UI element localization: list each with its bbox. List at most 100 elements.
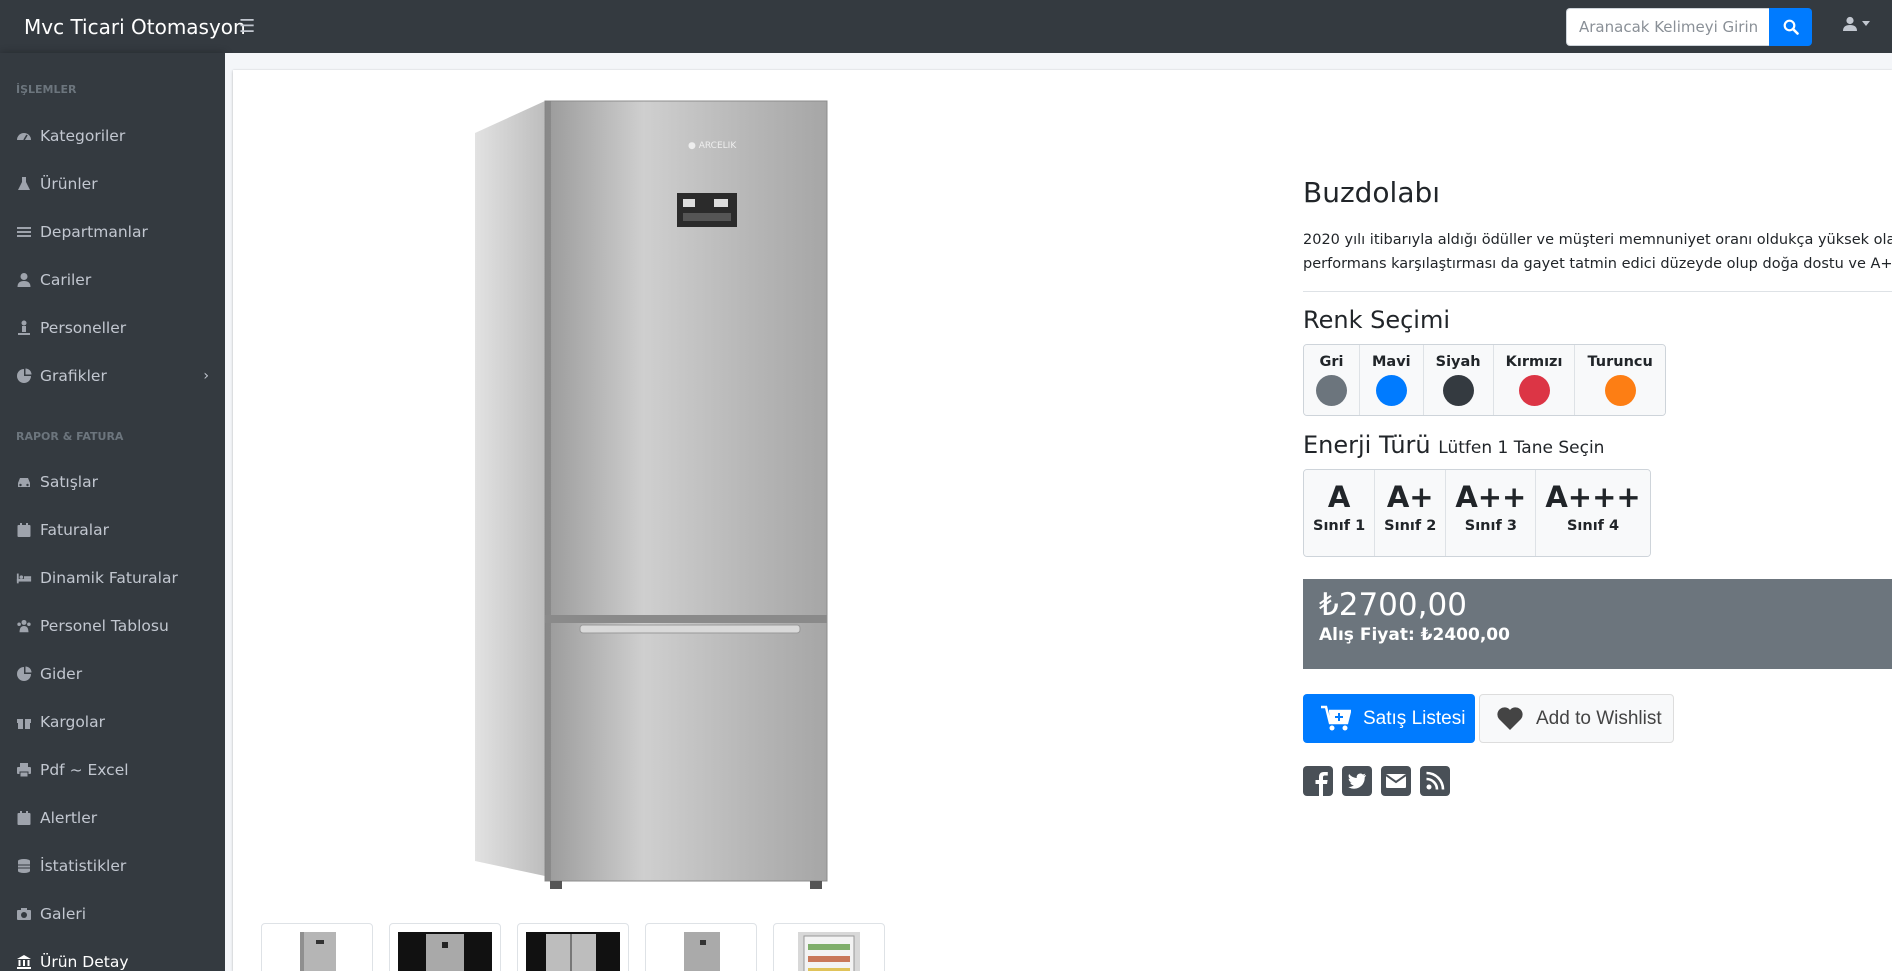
sidebar-item-faturalar[interactable]: Faturalar (0, 510, 225, 550)
sidebar-item-satislar[interactable]: Satışlar (0, 462, 225, 502)
sidebar-item-label: Gider (40, 665, 83, 683)
energy-option-a[interactable]: A Sınıf 1 (1304, 470, 1376, 556)
search-button[interactable] (1769, 8, 1812, 46)
divider (1303, 291, 1892, 292)
sidebar-item-galeri[interactable]: Galeri (0, 894, 225, 934)
sidebar-item-urunler[interactable]: Ürünler (0, 164, 225, 204)
sidebar-item-label: Pdf ~ Excel (40, 761, 129, 779)
user-icon (16, 272, 32, 288)
energy-class: Sınıf 3 (1464, 518, 1517, 534)
menu-toggle-icon[interactable]: ☰ (239, 16, 269, 37)
user-menu[interactable] (1842, 16, 1870, 32)
product-title: Buzdolabı (1303, 176, 1441, 209)
search-form (1566, 8, 1812, 46)
color-swatch (1604, 375, 1636, 406)
sidebar-item-gider[interactable]: Gider (0, 654, 225, 694)
sidebar-item-personeller[interactable]: Personeller (0, 308, 225, 348)
add-to-wishlist-button[interactable]: Add to Wishlist (1479, 694, 1674, 743)
sidebar-item-label: Alertler (40, 809, 98, 827)
thumbnail-2[interactable] (389, 923, 501, 971)
thumbnail-5[interactable] (773, 923, 885, 971)
sidebar-item-label: Departmanlar (40, 223, 148, 241)
search-icon (1783, 19, 1799, 35)
sidebar-item-label: Dinamik Faturalar (40, 569, 178, 587)
nav-header-rapor-fatura: RAPOR & FATURA (16, 430, 124, 443)
energy-class: Sınıf 2 (1384, 518, 1437, 534)
color-swatch (1316, 375, 1347, 406)
bars-icon (16, 224, 32, 240)
add-to-sales-list-label: Satış Listesi (1363, 707, 1466, 729)
energy-class: Sınıf 4 (1566, 518, 1620, 534)
chevron-right-icon: › (203, 368, 209, 384)
dashboard-icon (16, 128, 32, 144)
sidebar-item-kargolar[interactable]: Kargolar (0, 702, 225, 742)
thumbnail-image (398, 932, 492, 971)
sidebar-item-label: Satışlar (40, 473, 98, 491)
user-icon (1843, 16, 1857, 31)
content-wrapper: ● ARCELIK Buzdolabı 2020 yılı itibarıyla… (225, 53, 1892, 971)
color-option-turuncu[interactable]: Turuncu (1575, 345, 1665, 415)
color-option-kirmizi[interactable]: Kırmızı (1493, 345, 1576, 415)
database-icon (16, 858, 32, 874)
sidebar-item-label: Ürün Detay (40, 953, 129, 971)
sidebar-item-label: Grafikler (40, 367, 107, 385)
twitter-icon[interactable] (1342, 766, 1372, 796)
sidebar-item-istatistikler[interactable]: İstatistikler (0, 846, 225, 886)
thumbnail-4[interactable] (645, 923, 757, 971)
color-label: Siyah (1435, 354, 1481, 370)
energy-option-a-plus-plus[interactable]: A++ Sınıf 3 (1446, 470, 1537, 556)
thumbnail-1[interactable] (261, 923, 373, 971)
caret-down-icon (1862, 21, 1870, 26)
sidebar-item-departmanlar[interactable]: Departmanlar (0, 212, 225, 252)
energy-class: Sınıf 1 (1313, 518, 1366, 534)
product-description: 2020 yılı itibarıyla aldığı ödüller ve m… (1303, 232, 1892, 272)
sidebar-item-label: Cariler (40, 271, 92, 289)
energy-hint: Lütfen 1 Tane Seçin (1438, 438, 1605, 458)
energy-section-title: Enerji Türü Lütfen 1 Tane Seçin (1303, 431, 1604, 459)
add-to-wishlist-label: Add to Wishlist (1536, 707, 1662, 729)
pie-chart-icon (16, 666, 32, 682)
energy-grade: A++ (1455, 480, 1527, 514)
add-to-sales-list-button[interactable]: Satış Listesi (1303, 694, 1475, 743)
thumbnail-image (300, 932, 336, 971)
sidebar-item-cariler[interactable]: Cariler (0, 260, 225, 300)
thumbnail-strip (261, 923, 885, 971)
sidebar-item-urun-detay[interactable]: Ürün Detay (0, 942, 225, 971)
rss-icon[interactable] (1420, 766, 1450, 796)
color-label: Turuncu (1587, 354, 1653, 370)
person-icon (16, 320, 32, 336)
bed-icon (16, 570, 32, 586)
search-input[interactable] (1566, 8, 1769, 46)
sale-price: ₺2700,00 (1319, 587, 1467, 623)
cart-plus-icon (1321, 705, 1351, 731)
color-option-gri[interactable]: Gri (1304, 345, 1360, 415)
energy-option-a-triple-plus[interactable]: A+++ Sınıf 4 (1536, 470, 1650, 556)
energy-title: Enerji Türü (1303, 431, 1431, 459)
thumbnail-image (684, 932, 720, 971)
brand-title[interactable]: Mvc Ticari Otomasyon (0, 0, 246, 53)
print-icon (16, 762, 32, 778)
sidebar-item-personel-tablosu[interactable]: Personel Tablosu (0, 606, 225, 646)
gift-icon (16, 714, 32, 730)
facebook-icon[interactable] (1303, 766, 1333, 796)
sidebar-item-dinamik-faturalar[interactable]: Dinamik Faturalar (0, 558, 225, 598)
sidebar-item-label: Ürünler (40, 175, 98, 193)
color-option-mavi[interactable]: Mavi (1360, 345, 1424, 415)
sidebar-item-kategoriler[interactable]: Kategoriler (0, 116, 225, 156)
bank-icon (16, 954, 32, 970)
sidebar-item-grafikler[interactable]: Grafikler › (0, 356, 225, 396)
sidebar-item-alertler[interactable]: Alertler (0, 798, 225, 838)
energy-options: A Sınıf 1 A+ Sınıf 2 A++ Sınıf 3 A+++ Sı… (1303, 469, 1651, 557)
social-links (1303, 766, 1450, 796)
users-icon (16, 618, 32, 634)
color-swatch (1442, 375, 1474, 406)
sidebar-item-pdf-excel[interactable]: Pdf ~ Excel (0, 750, 225, 790)
product-card: ● ARCELIK Buzdolabı 2020 yılı itibarıyla… (233, 70, 1892, 971)
envelope-icon[interactable] (1381, 766, 1411, 796)
thumbnail-3[interactable] (517, 923, 629, 971)
energy-option-a-plus[interactable]: A+ Sınıf 2 (1375, 470, 1447, 556)
color-option-siyah[interactable]: Siyah (1423, 345, 1494, 415)
thumbnail-image (526, 932, 620, 971)
color-label: Kırmızı (1505, 354, 1563, 370)
car-icon (16, 474, 32, 490)
